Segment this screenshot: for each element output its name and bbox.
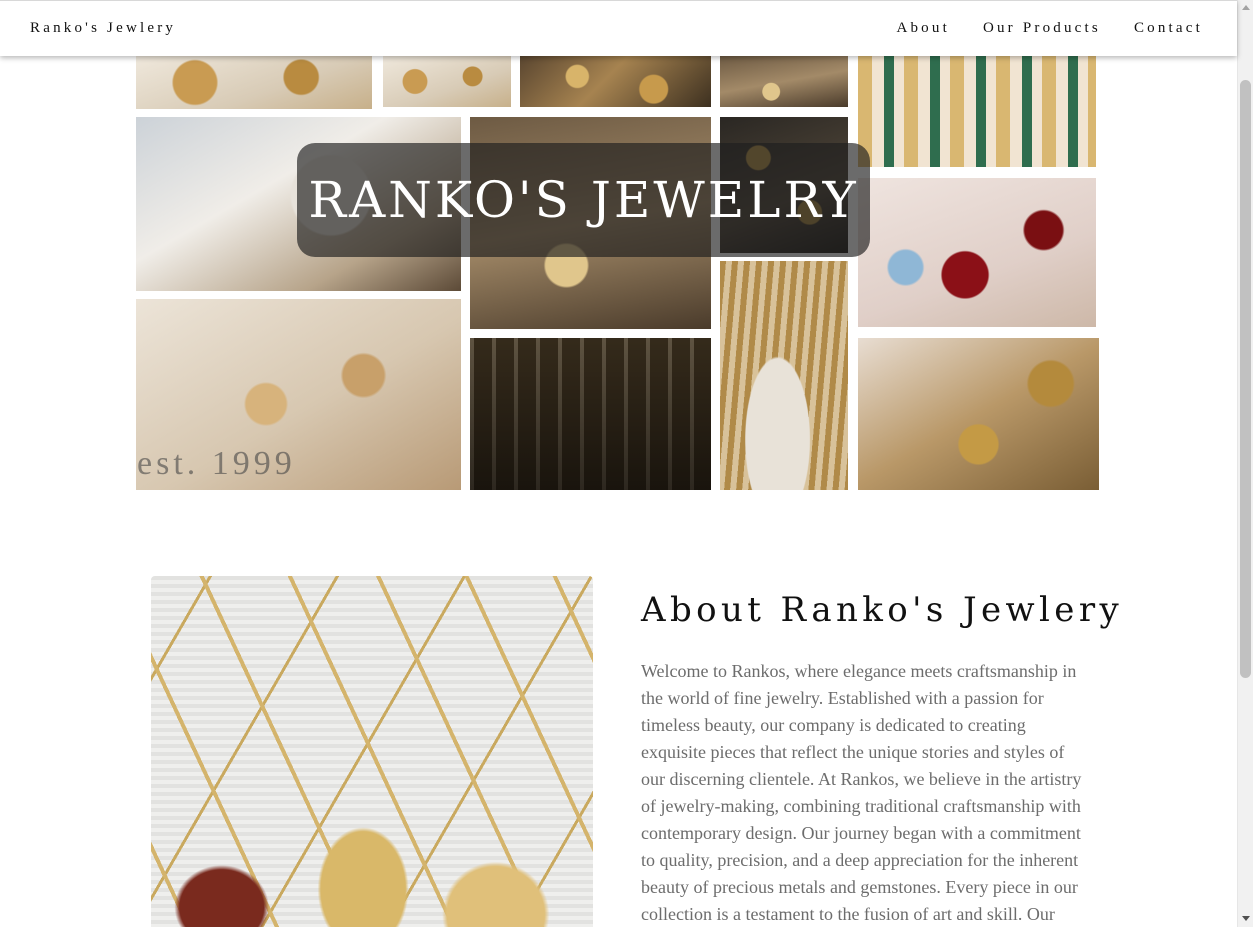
scroll-thumb[interactable] [1240,80,1251,678]
collage-photo-nameplate [720,56,848,107]
collage-photo-ring-bowl [720,261,848,490]
about-heading: About Ranko's Jewlery [641,590,1124,630]
collage-photo-watches [858,56,1096,167]
hero-established: est. 1999 [137,445,296,482]
page-scrollbar[interactable] [1237,0,1253,927]
collage-photo-hearts [136,56,372,109]
navbar: Ranko's Jewlery About Our Products Conta… [0,0,1237,56]
nav-links: About Our Products Contact [896,20,1203,37]
nav-link-our-products[interactable]: Our Products [983,20,1101,37]
collage-photo-chains [520,56,711,107]
nav-link-contact[interactable]: Contact [1134,20,1203,37]
collage-photo-red-heart [858,178,1096,327]
collage-photo-cameo [383,56,511,107]
hero-title: RANKO'S JEWELRY [308,171,859,229]
collage-photo-snake-ring [858,338,1099,490]
nav-link-about[interactable]: About [896,20,950,37]
scroll-down-arrow-icon[interactable] [1238,911,1253,927]
about-text: Welcome to Rankos, where elegance meets … [641,661,1082,924]
about-photo-necklaces [151,576,593,927]
brand-logo-text[interactable]: Ranko's Jewlery [30,20,176,37]
collage-photo-jewelry-tray [470,338,711,490]
hero-title-box: RANKO'S JEWELRY [297,143,870,257]
scroll-up-arrow-icon[interactable] [1238,0,1253,16]
